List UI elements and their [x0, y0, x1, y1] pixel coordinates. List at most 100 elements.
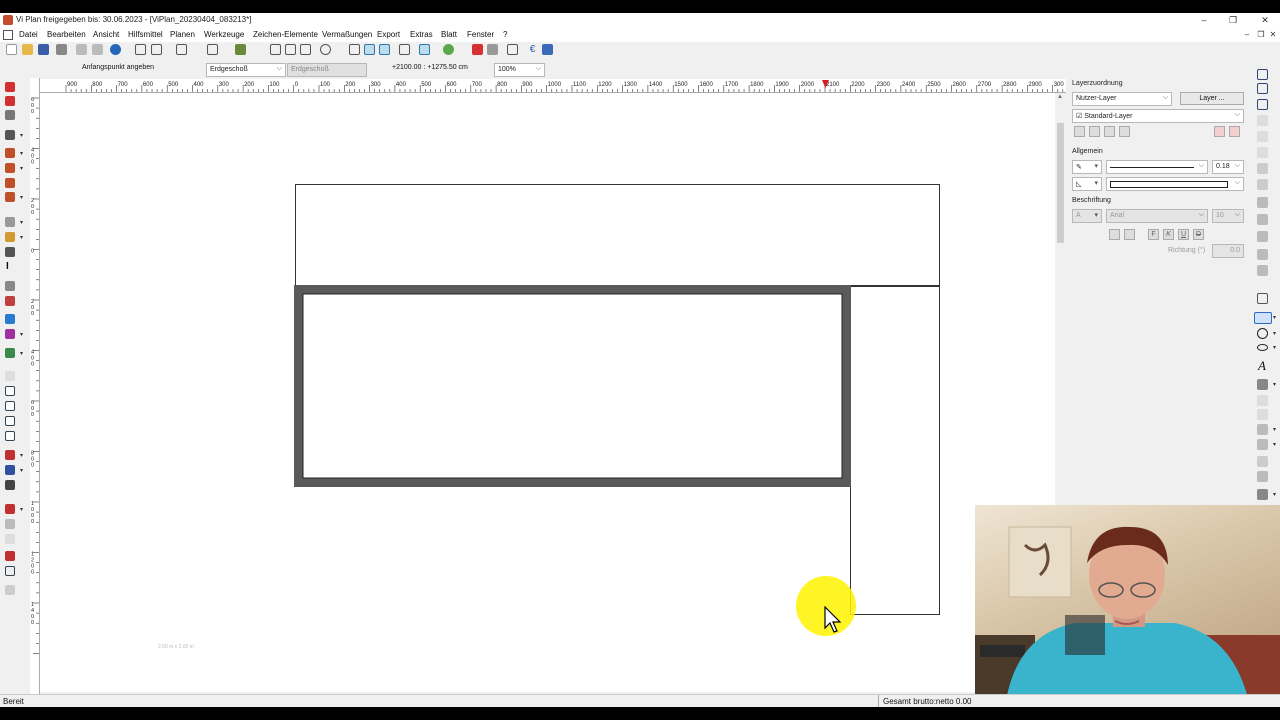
save-icon[interactable]	[38, 44, 49, 55]
roof-tool-icon[interactable]	[5, 148, 15, 158]
zoom-window-icon[interactable]	[285, 44, 296, 55]
layer-tool-5-icon[interactable]	[1214, 126, 1225, 137]
menu-export[interactable]: Export	[377, 30, 400, 39]
copy-icon[interactable]	[76, 44, 87, 55]
layer-tool-4-icon[interactable]	[1119, 126, 1130, 137]
menu-datei[interactable]: Datei	[19, 30, 38, 39]
dim-tool-icon[interactable]	[5, 450, 15, 460]
pen-color-select[interactable]: ✎ ▾	[1072, 160, 1102, 174]
dimension-tool-icon[interactable]	[1257, 424, 1268, 435]
menu-help[interactable]: ?	[503, 30, 507, 39]
standard-layer-select[interactable]: ☑ Standard-Layer ⌵	[1072, 109, 1244, 123]
layer-button[interactable]: Layer ...	[1180, 92, 1244, 105]
pipette-tool-icon[interactable]	[5, 534, 15, 544]
minimize-icon[interactable]: –	[1197, 14, 1211, 26]
chevron-down-icon[interactable]: ▾	[1273, 330, 1276, 337]
menu-extras[interactable]: Extras	[410, 30, 433, 39]
menu-zeichen-elemente[interactable]: Zeichen-Elemente	[253, 30, 318, 39]
trim-icon[interactable]	[1257, 163, 1268, 174]
fill-pattern-select[interactable]: ⌵	[1106, 177, 1244, 191]
stair-tool-icon[interactable]	[5, 281, 15, 291]
menu-hilfsmittel[interactable]: Hilfsmittel	[128, 30, 163, 39]
fill-select[interactable]: ◺ ▾	[1072, 177, 1102, 191]
chevron-down-icon[interactable]: ▾	[20, 132, 23, 139]
fill-area-icon[interactable]	[1257, 471, 1268, 482]
circle-tool-icon[interactable]	[1257, 328, 1268, 339]
multi-select-icon[interactable]	[1257, 83, 1268, 94]
dormer-tool-icon[interactable]	[5, 192, 15, 202]
fill-tool-icon[interactable]	[5, 504, 15, 514]
level-tool-icon[interactable]	[1257, 456, 1268, 467]
chevron-down-icon[interactable]: ▾	[1273, 381, 1276, 388]
house-outline-icon[interactable]	[176, 44, 187, 55]
wall-tool-2-icon[interactable]	[5, 96, 15, 106]
chevron-down-icon[interactable]: ▾	[20, 150, 23, 157]
new-file-icon[interactable]	[6, 44, 17, 55]
layer-copy-icon[interactable]	[349, 44, 360, 55]
b-tool-icon[interactable]	[5, 401, 15, 411]
select-tool-icon[interactable]	[1257, 69, 1268, 80]
page-icon[interactable]	[270, 44, 281, 55]
chevron-down-icon[interactable]: ▾	[20, 350, 23, 357]
array-icon[interactable]	[1257, 131, 1268, 142]
brush-tool-icon[interactable]	[5, 519, 15, 529]
gable-tool-icon[interactable]	[5, 178, 15, 188]
pen-tool-icon[interactable]	[5, 130, 15, 140]
chevron-down-icon[interactable]: ▾	[1273, 491, 1276, 498]
offset-icon[interactable]	[1257, 197, 1268, 208]
zoom-select[interactable]: 100% ⌵	[494, 63, 545, 77]
plan-tool-icon[interactable]	[5, 566, 15, 576]
paste-icon[interactable]	[92, 44, 103, 55]
plan-drawing[interactable]	[40, 93, 1055, 692]
menu-vermassungen[interactable]: Vermaßungen	[322, 30, 372, 39]
zoom-icon[interactable]	[300, 44, 311, 55]
spline-tool-icon[interactable]	[1257, 379, 1268, 390]
break-icon[interactable]	[1257, 231, 1268, 242]
euro-icon[interactable]: €	[527, 44, 538, 55]
chevron-down-icon[interactable]: ▾	[20, 452, 23, 459]
document-menu-icon[interactable]	[3, 30, 13, 40]
pillar-tool-icon[interactable]	[5, 247, 15, 257]
chevron-down-icon[interactable]: ▾	[1273, 344, 1276, 351]
chevron-down-icon[interactable]: ▾	[1273, 426, 1276, 433]
hatch-2-tool-icon[interactable]	[1257, 409, 1268, 420]
chevron-down-icon[interactable]: ▾	[1273, 441, 1276, 448]
info-icon[interactable]	[110, 44, 121, 55]
drawing-canvas[interactable]: 2.00 m x 2.00 m	[40, 93, 1055, 692]
layer-tool-2-icon[interactable]	[1089, 126, 1100, 137]
menu-werkzeuge[interactable]: Werkzeuge	[204, 30, 244, 39]
menu-planen[interactable]: Planen	[170, 30, 195, 39]
layer-tool-3-icon[interactable]	[1104, 126, 1115, 137]
camera-tool-icon[interactable]	[5, 480, 15, 490]
pan-hand-icon[interactable]	[320, 44, 331, 55]
extend-icon[interactable]	[1257, 179, 1268, 190]
copy-element-icon[interactable]	[1257, 99, 1268, 110]
grid-snap-icon[interactable]	[379, 44, 390, 55]
close-icon[interactable]: ✕	[1258, 14, 1272, 26]
print-icon[interactable]	[56, 44, 67, 55]
page-tool-icon[interactable]	[1257, 293, 1268, 304]
layer-tool-6-icon[interactable]	[1229, 126, 1240, 137]
section-tool-icon[interactable]	[5, 551, 15, 561]
angle-tool-icon[interactable]	[1257, 439, 1268, 450]
text-tool-icon[interactable]: A	[1258, 358, 1266, 374]
window-tool-icon[interactable]	[5, 217, 15, 227]
w-tool-icon[interactable]	[5, 386, 15, 396]
symbol-library-icon[interactable]	[1257, 489, 1268, 500]
symbol-tool-icon[interactable]	[5, 329, 15, 339]
ellipse-tool-icon[interactable]	[1257, 344, 1268, 351]
floor-select[interactable]: Erdgeschoß ⌵	[206, 63, 286, 77]
open-folder-icon[interactable]	[22, 44, 33, 55]
layer-assignment-select[interactable]: Nutzer-Layer ⌵	[1072, 92, 1172, 106]
door-tool-icon[interactable]	[5, 232, 15, 242]
checkbox-icon[interactable]: ☑	[1076, 113, 1082, 120]
menu-fenster[interactable]: Fenster	[467, 30, 494, 39]
target-icon[interactable]	[443, 44, 454, 55]
stretch-icon[interactable]	[1257, 214, 1268, 225]
restore-icon[interactable]: ❐	[1226, 14, 1240, 26]
chevron-down-icon[interactable]: ▾	[20, 331, 23, 338]
delete-icon[interactable]	[472, 44, 483, 55]
chevron-down-icon[interactable]: ▾	[1273, 314, 1276, 321]
mirror-icon[interactable]	[1257, 115, 1268, 126]
explode-icon[interactable]	[1257, 265, 1268, 276]
